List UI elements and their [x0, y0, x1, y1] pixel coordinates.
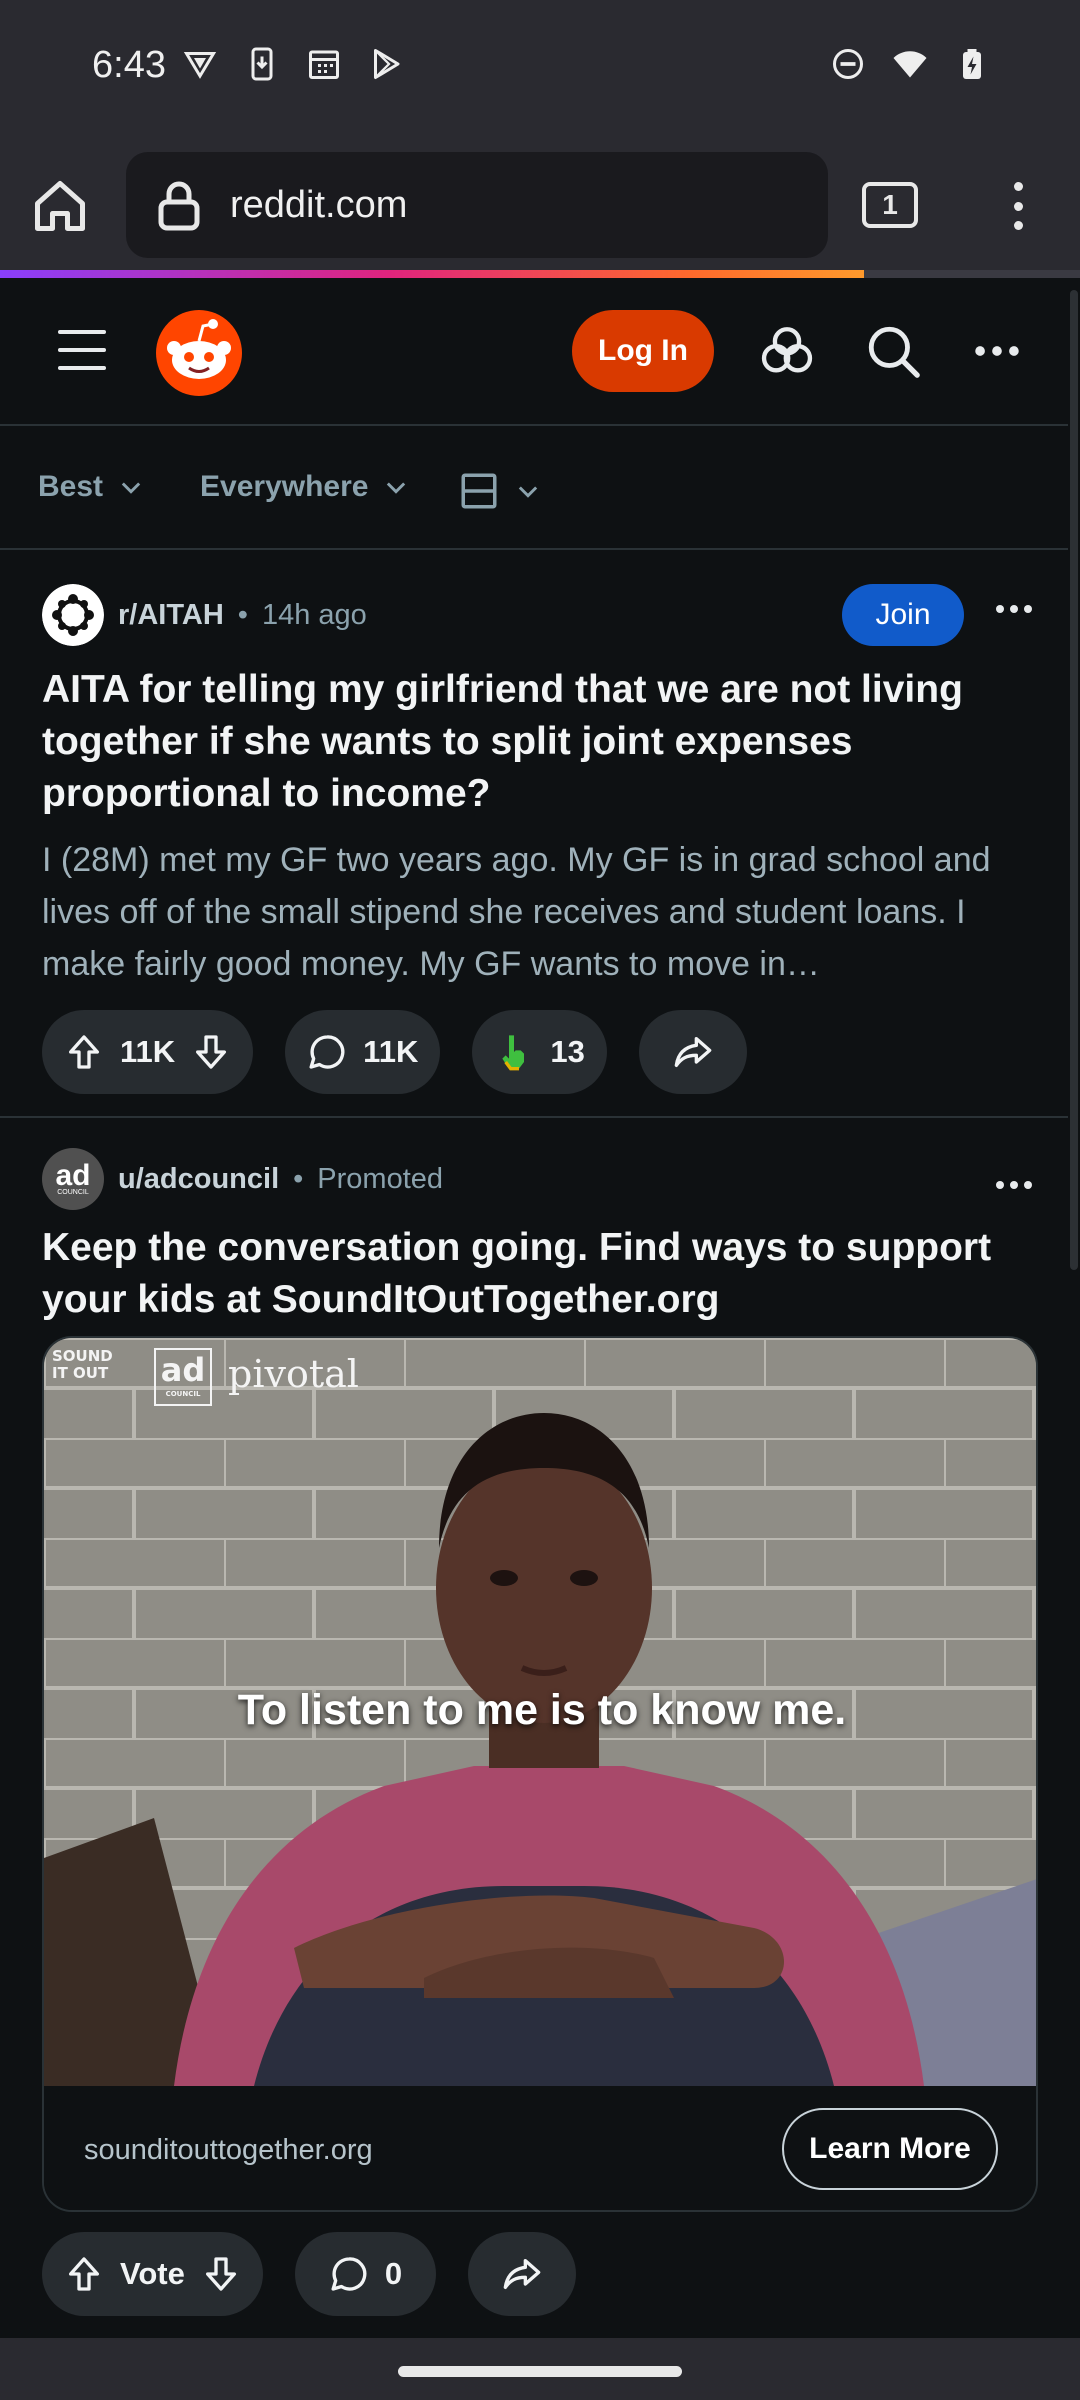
share-button[interactable]	[638, 1010, 747, 1094]
award-count: 13	[550, 1034, 585, 1069]
vote-label: Vote	[120, 2256, 185, 2291]
post-meta: ad COUNCIL u/adcouncil • Promoted	[42, 1148, 443, 1210]
ad-council-logo-subtext: COUNCIL	[165, 1390, 201, 1398]
comment-count: 0	[384, 2256, 403, 2291]
browser-menu-button[interactable]	[1000, 176, 1036, 236]
sound-it-out-logo: SOUND IT OUT	[52, 1347, 113, 1382]
community-name[interactable]: r/AITAH	[118, 599, 224, 632]
feed-post[interactable]: r/AITAH • 14h ago Join AITA for telling …	[0, 550, 1068, 1118]
chevron-down-icon	[121, 482, 141, 494]
ad-link-row[interactable]: sounditouttogether.org Learn More	[44, 2086, 1036, 2210]
advertiser-avatar[interactable]: ad COUNCIL	[42, 1148, 104, 1210]
join-button[interactable]: Join	[842, 584, 964, 646]
do-not-disturb-icon	[833, 49, 863, 79]
post-body-preview[interactable]: I (28M) met my GF two years ago. My GF i…	[42, 834, 1032, 990]
meta-separator: •	[293, 1162, 304, 1195]
meta-separator: •	[237, 598, 248, 631]
share-button[interactable]	[468, 2232, 577, 2316]
download-icon	[251, 47, 273, 81]
post-title[interactable]: Keep the conversation going. Find ways t…	[42, 1222, 1032, 1326]
login-button[interactable]: Log In	[572, 310, 714, 392]
menu-icon[interactable]	[58, 330, 106, 370]
vpn-key-icon	[183, 52, 217, 79]
vote-count: 11K	[120, 1034, 176, 1069]
communities-icon[interactable]	[758, 322, 816, 380]
comments-button[interactable]: 11K	[285, 1010, 441, 1094]
vote-pill: Vote	[42, 2232, 263, 2316]
ad-council-logo: ad COUNCIL	[154, 1348, 212, 1406]
post-more-icon[interactable]	[996, 1178, 1032, 1192]
status-bar: 6:43	[0, 0, 1080, 140]
ad-council-logo-text: ad	[160, 1351, 206, 1389]
browser-toolbar: reddit.com 1	[0, 140, 1080, 270]
view-mode-dropdown[interactable]	[458, 470, 542, 512]
gesture-nav-bar	[0, 2338, 1080, 2400]
play-store-icon	[374, 49, 400, 79]
post-timestamp: 14h ago	[261, 598, 367, 631]
post-meta: r/AITAH • 14h ago	[42, 584, 367, 646]
post-actions: 11K 11K 13	[42, 1010, 747, 1094]
post-actions: Vote 0	[42, 2232, 577, 2316]
award-hand-icon	[502, 1035, 525, 1071]
home-gesture-handle[interactable]	[398, 2366, 682, 2377]
promoted-label: Promoted	[317, 1162, 444, 1195]
scope-dropdown[interactable]: Everywhere	[200, 470, 410, 504]
pivotal-logo: pivotal	[228, 1352, 359, 1396]
ad-card[interactable]: SOUND IT OUT ad COUNCIL pivotal To liste…	[42, 1336, 1038, 2212]
downvote-icon[interactable]	[191, 1032, 231, 1072]
sort-label: Best	[38, 470, 104, 503]
reddit-header: Log In	[0, 278, 1068, 426]
scrollbar-thumb[interactable]	[1070, 290, 1078, 1270]
ad-domain[interactable]: sounditouttogether.org	[84, 2134, 373, 2167]
post-title[interactable]: AITA for telling my girlfriend that we a…	[42, 664, 1032, 820]
chevron-down-icon	[387, 482, 406, 494]
more-options-icon[interactable]	[968, 322, 1026, 380]
comment-icon	[331, 2257, 367, 2291]
upvote-icon[interactable]	[64, 1032, 104, 1072]
reddit-logo-icon[interactable]	[156, 310, 242, 396]
card-view-icon	[461, 473, 497, 509]
share-icon	[503, 2259, 541, 2289]
url-text: reddit.com	[230, 184, 408, 226]
scope-label: Everywhere	[200, 470, 369, 503]
ad-caption: To listen to me is to know me.	[237, 1686, 847, 1734]
wifi-icon	[893, 51, 927, 78]
chevron-down-icon	[518, 486, 538, 498]
sort-dropdown[interactable]: Best	[38, 470, 145, 504]
avatar-text: ad	[55, 1158, 91, 1192]
tab-switcher-button[interactable]: 1	[862, 182, 918, 228]
community-avatar[interactable]	[42, 584, 104, 646]
status-icons-left	[182, 46, 404, 82]
promoted-post[interactable]: ad COUNCIL u/adcouncil • Promoted Keep t…	[0, 1120, 1068, 2338]
comments-button[interactable]: 0	[294, 2232, 437, 2316]
home-icon[interactable]	[30, 176, 90, 236]
downvote-icon[interactable]	[201, 2254, 241, 2294]
status-time: 6:43	[92, 44, 166, 86]
lock-icon	[158, 181, 200, 231]
avatar-subtext: COUNCIL	[57, 1188, 89, 1196]
feed-sort-bar: Best Everywhere	[0, 426, 1068, 550]
comment-icon	[309, 1035, 345, 1069]
ad-video-image[interactable]: SOUND IT OUT ad COUNCIL pivotal To liste…	[44, 1338, 1036, 2086]
calendar-icon	[309, 50, 339, 79]
search-icon[interactable]	[864, 322, 922, 380]
award-button[interactable]: 13	[472, 1010, 607, 1094]
comment-count: 11K	[363, 1034, 419, 1069]
vote-pill: 11K	[42, 1010, 254, 1094]
url-bar[interactable]: reddit.com	[126, 152, 828, 258]
battery-charging-icon	[963, 49, 981, 79]
page-load-progress	[0, 270, 864, 278]
learn-more-button[interactable]: Learn More	[782, 2108, 998, 2190]
advertiser-name[interactable]: u/adcouncil	[118, 1163, 279, 1196]
upvote-icon[interactable]	[64, 2254, 104, 2294]
share-icon	[674, 1037, 712, 1067]
status-icons-right	[830, 46, 990, 82]
post-more-icon[interactable]	[996, 602, 1032, 616]
